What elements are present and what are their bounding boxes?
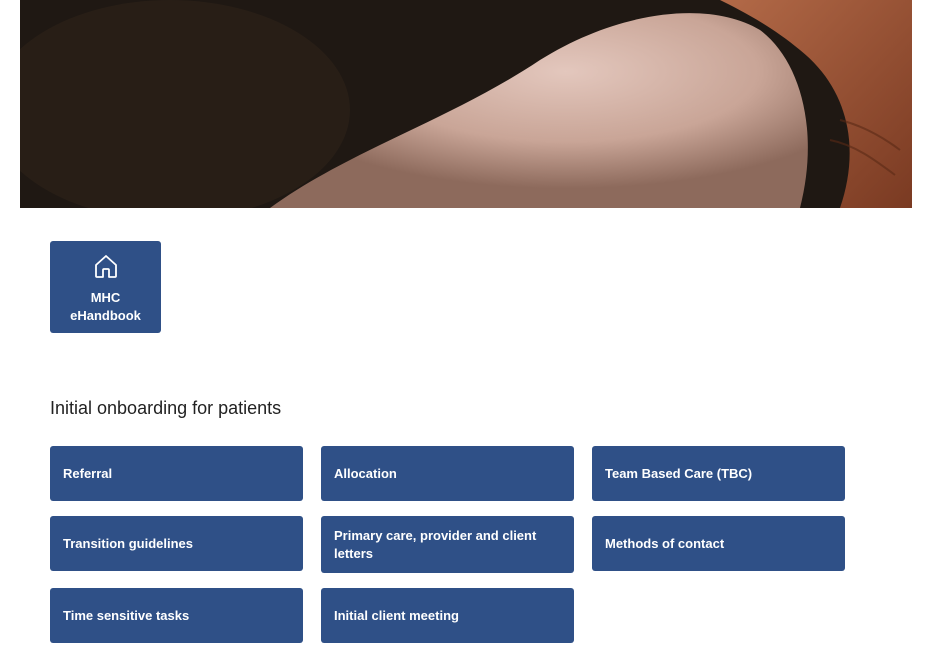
hero-image [20, 0, 912, 208]
tile-referral[interactable]: Referral [50, 446, 303, 501]
home-icon [95, 255, 117, 278]
tile-allocation[interactable]: Allocation [321, 446, 574, 501]
hero-photo-illustration [20, 0, 912, 208]
section-title: Initial onboarding for patients [50, 398, 282, 418]
tile-time-sensitive-tasks[interactable]: Time sensitive tasks [50, 588, 303, 643]
tile-initial-client-meeting[interactable]: Initial client meeting [321, 588, 574, 643]
mhc-ehandbook-home-button[interactable]: MHC eHandbook [50, 241, 161, 333]
tile-transition-guidelines[interactable]: Transition guidelines [50, 516, 303, 571]
tile-methods-of-contact[interactable]: Methods of contact [592, 516, 845, 571]
home-tile-label: MHC eHandbook [70, 290, 141, 323]
tile-primary-care-letters[interactable]: Primary care, provider and client letter… [321, 516, 574, 573]
tile-team-based-care[interactable]: Team Based Care (TBC) [592, 446, 845, 501]
